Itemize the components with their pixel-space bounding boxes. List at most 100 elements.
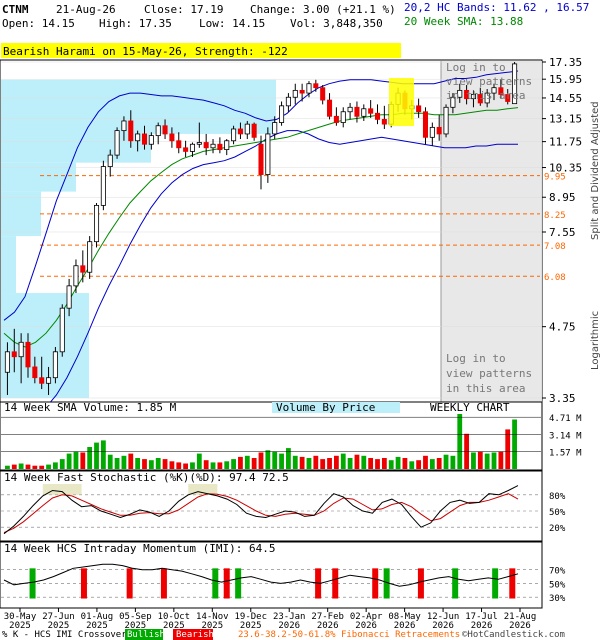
copyright: ©HotCandlestick.com [462, 630, 565, 640]
open-value: Open: 14.15 [2, 17, 75, 30]
split-adjusted-label: Split and Dividend Adjusted [590, 101, 600, 240]
imi-crossover-mark [372, 568, 379, 599]
close-value: Close: 17.19 [144, 3, 223, 16]
volume-bar [320, 459, 326, 469]
logarithmic-label: Logarithmic [590, 311, 600, 370]
login-text-bottom-2[interactable]: view patterns [446, 367, 532, 380]
login-text-top-3[interactable]: in this area [446, 89, 525, 102]
login-text-top-1[interactable]: Log in to [446, 61, 506, 74]
candle-body [237, 128, 243, 135]
volume-bar [464, 433, 469, 469]
price-tick-label: 13.15 [549, 113, 582, 126]
volume-bar [210, 462, 216, 469]
volume-bar [347, 458, 353, 469]
fib-label: 8.25 [544, 211, 566, 221]
candle-body [39, 377, 45, 384]
candle-body [244, 123, 250, 135]
candle-body [32, 366, 38, 379]
volume-bar [244, 455, 250, 469]
price-tick-label: 7.55 [549, 226, 576, 239]
candle-body [361, 108, 367, 117]
volume-bar [53, 462, 58, 469]
imi-label: 14 Week HCS Intraday Momentum (IMI): 64.… [4, 542, 276, 555]
candle-body [169, 133, 175, 142]
candle-body [340, 111, 346, 123]
volume-bar [457, 414, 463, 469]
volume-bar [498, 451, 504, 469]
fib-key: 23.6-38.2-50-61.8% Fibonacci Retracement… [238, 630, 460, 640]
candle-body [176, 140, 182, 149]
candle-body [258, 143, 264, 175]
volume-bar [340, 453, 346, 469]
volume-bar [217, 462, 223, 469]
volume-bar [313, 455, 319, 469]
price-tick-label: 11.75 [549, 136, 582, 149]
imi-crossover-mark [29, 568, 36, 599]
imi-crossover-mark [235, 568, 242, 599]
volume-bar [375, 459, 380, 469]
volume-bar [59, 459, 65, 469]
stoch-tick-label: 20% [549, 524, 566, 534]
volume-bar [39, 465, 45, 469]
volume-tick-label: 4.71 M [549, 414, 582, 424]
vbp-bar [1, 162, 76, 192]
candle-body [347, 106, 353, 113]
candle-body [189, 143, 195, 152]
volume-by-price-label: Volume By Price [276, 401, 375, 414]
candle-body [333, 115, 339, 123]
volume-bar [231, 459, 236, 469]
candle-body [368, 108, 374, 114]
harami-highlight [389, 78, 414, 126]
candle-body [272, 122, 278, 135]
imi-crossover-mark [332, 568, 339, 599]
volume-bar [484, 453, 490, 469]
price-tick-label: 17.35 [549, 56, 582, 69]
candle-body [313, 83, 319, 89]
volume-bar [87, 447, 93, 469]
price-tick-label: 10.35 [549, 162, 582, 175]
volume-bar [155, 458, 161, 469]
volume-bar [292, 455, 298, 469]
candle-body [217, 143, 223, 151]
weekly-chart: CTNM 21-Aug-26 Close: 17.19 Change: 3.00… [0, 1, 600, 640]
volume-bar [25, 464, 31, 469]
volume-bar [423, 455, 428, 469]
candle-body [87, 241, 93, 273]
imi-crossover-mark [509, 568, 516, 599]
candle-body [203, 142, 209, 149]
bullish-key: Bullish [127, 630, 165, 640]
bands-label: 20,2 HC Bands: 11.62 , 16.57 [404, 1, 589, 14]
candle-body [285, 96, 291, 107]
weekly-chart-label: WEEKLY CHART [430, 401, 510, 414]
login-text-top-2[interactable]: view patterns [446, 75, 532, 88]
login-text-bottom-1[interactable]: Log in to [446, 352, 506, 365]
volume-bar [100, 440, 106, 469]
login-text-bottom-3[interactable]: in this area [446, 382, 525, 395]
imi-crossover-mark [80, 568, 87, 599]
imi-tick-label: 70% [549, 567, 566, 577]
price-tick-label: 15.95 [549, 73, 582, 86]
volume-bar [32, 465, 38, 469]
volume-bar [491, 452, 497, 469]
volume-bar [388, 460, 394, 469]
imi-tick-label: 30% [549, 594, 566, 604]
volume-bar [265, 450, 271, 469]
candle-body [80, 265, 86, 273]
volume-value: Vol: 3,848,350 [290, 17, 383, 30]
volume-bar [107, 454, 113, 469]
candle-body [416, 105, 422, 113]
volume-bar [224, 461, 230, 469]
volume-bar [66, 453, 72, 469]
price-tick-label: 14.55 [549, 92, 582, 105]
volume-bar [471, 452, 476, 469]
candle-body [196, 142, 202, 145]
candle-body [251, 123, 257, 138]
vbp-bar [1, 79, 276, 134]
candle-body [66, 285, 72, 309]
stoch-tick-label: 80% [549, 492, 566, 502]
volume-bar [148, 460, 154, 469]
candle-body [121, 120, 127, 132]
candle-body [141, 133, 148, 145]
change-value: Change: 3.00 (+21.1 %) [250, 3, 396, 16]
stoch-tick-label: 50% [549, 508, 566, 518]
